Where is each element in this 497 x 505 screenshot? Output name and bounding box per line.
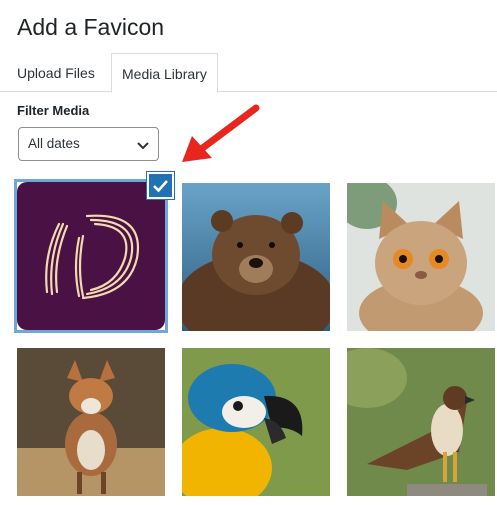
media-item-hawk[interactable] <box>347 348 495 496</box>
media-grid <box>14 172 497 505</box>
tab-bar: Upload Files Media Library <box>0 53 497 93</box>
media-item-macaw[interactable] <box>182 348 330 496</box>
filter-media-label: Filter Media <box>17 103 90 118</box>
media-item-fox[interactable] <box>17 348 165 496</box>
macaw-image <box>182 348 330 496</box>
fox-image <box>17 348 165 496</box>
site-logo-image <box>17 182 165 330</box>
red-arrow-annotation <box>182 104 260 162</box>
media-item-cat[interactable] <box>347 183 495 331</box>
media-item-bear[interactable] <box>182 183 330 331</box>
date-filter-value: All dates <box>28 136 80 151</box>
bear-image <box>182 183 330 331</box>
cat-image <box>347 183 495 331</box>
selected-checkmark[interactable] <box>147 172 174 199</box>
media-item-logo[interactable] <box>14 179 168 333</box>
chevron-down-icon <box>137 142 149 150</box>
tab-upload-files[interactable]: Upload Files <box>7 53 105 92</box>
check-icon <box>153 180 168 193</box>
date-filter-select[interactable]: All dates <box>18 127 159 161</box>
tab-media-library[interactable]: Media Library <box>111 53 218 93</box>
dialog-title: Add a Favicon <box>17 14 165 40</box>
hawk-image <box>347 348 495 496</box>
